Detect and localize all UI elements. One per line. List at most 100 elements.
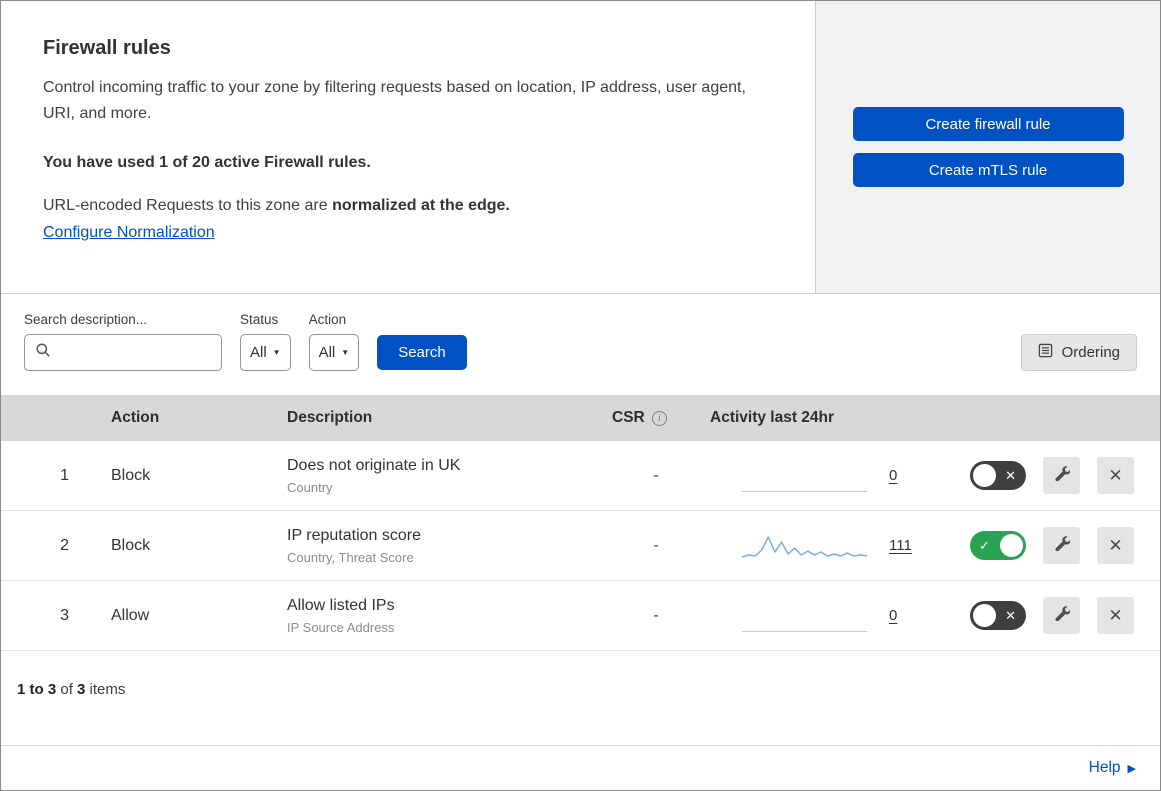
chevron-down-icon: ▼ [272, 348, 281, 357]
rule-csr: - [653, 536, 659, 554]
rule-fields: Country [287, 479, 333, 495]
action-label: Action [308, 312, 347, 327]
search-button[interactable]: Search [377, 335, 467, 370]
edit-rule-button[interactable] [1043, 597, 1080, 634]
rule-action: Block [111, 536, 151, 554]
search-label: Search description... [24, 312, 148, 327]
help-arrow-icon: ▶ [1127, 762, 1136, 775]
create-firewall-rule-button[interactable]: Create firewall rule [852, 107, 1124, 141]
toggle-x-icon: ✕ [1005, 607, 1016, 623]
header-info: Firewall rules Control incoming traffic … [1, 1, 816, 293]
table-header-row: Action Description CSR i Activity last 2… [1, 395, 1160, 441]
rule-priority: 2 [60, 536, 69, 554]
action-dropdown-value: All [318, 344, 336, 361]
edit-rule-button[interactable] [1043, 527, 1080, 564]
search-icon [35, 342, 51, 363]
status-filter-group: Status All ▼ [240, 312, 291, 371]
normalization-bold-text: normalized at the edge. [332, 196, 510, 214]
items-label: items [85, 681, 126, 698]
close-icon: ✕ [1108, 605, 1123, 625]
table-row: 1 Block Does not originate in UK Country… [1, 441, 1160, 511]
activity-count-link[interactable]: 111 [889, 537, 912, 554]
activity-sparkline [741, 530, 868, 562]
status-dropdown[interactable]: All ▼ [240, 334, 291, 371]
items-of-text: of [56, 681, 78, 698]
rule-csr: - [653, 466, 659, 484]
search-group: Search description... [24, 312, 222, 371]
normalization-note: URL-encoded Requests to this zone are no… [43, 197, 773, 215]
edit-rule-button[interactable] [1043, 457, 1080, 494]
usage-summary: You have used 1 of 20 active Firewall ru… [43, 153, 371, 171]
status-label: Status [240, 312, 279, 327]
rule-description[interactable]: Does not originate in UK [287, 457, 602, 475]
csr-header-label: CSR [612, 409, 645, 426]
activity-count-link[interactable]: 0 [889, 607, 897, 624]
activity-sparkline [742, 600, 867, 632]
page-header: Firewall rules Control incoming traffic … [1, 1, 1160, 294]
rule-activity-cell: 111 [710, 530, 952, 562]
column-header-action: Action [111, 409, 160, 426]
items-range: 1 to 3 [17, 681, 57, 698]
status-dropdown-value: All [250, 344, 267, 361]
rule-priority: 1 [60, 466, 69, 484]
info-icon[interactable]: i [651, 410, 667, 426]
column-header-activity: Activity last 24hr [710, 409, 835, 426]
close-icon: ✕ [1108, 535, 1123, 555]
help-link-label: Help [1088, 759, 1121, 776]
help-bar: Help ▶ [1, 745, 1160, 790]
page-title: Firewall rules [43, 37, 171, 59]
toggle-check-icon: ✓ [979, 537, 990, 553]
configure-normalization-link[interactable]: Configure Normalization [43, 224, 215, 242]
table-row: 3 Allow Allow listed IPs IP Source Addre… [1, 581, 1160, 651]
column-header-description: Description [287, 409, 373, 426]
rule-csr: - [653, 606, 659, 624]
rule-action: Block [111, 466, 151, 484]
pagination-summary: 1 to 3 of 3 items [1, 651, 1160, 708]
delete-rule-button[interactable]: ✕ [1097, 527, 1134, 564]
activity-sparkline [742, 460, 867, 492]
rule-description[interactable]: Allow listed IPs [287, 597, 602, 615]
rule-fields: IP Source Address [287, 619, 395, 635]
rule-activity-cell: 0 [710, 600, 952, 632]
rule-controls: ✓ ✕ ✕ [952, 597, 1160, 634]
search-input[interactable] [24, 334, 222, 371]
rule-activity-cell: 0 [710, 460, 952, 492]
rule-enabled-toggle[interactable]: ✓ ✕ [970, 461, 1026, 490]
rule-description[interactable]: IP reputation score [287, 527, 602, 545]
delete-rule-button[interactable]: ✕ [1097, 457, 1134, 494]
rule-action: Allow [111, 606, 150, 624]
ordering-button-label: Ordering [1061, 344, 1120, 361]
rule-priority: 3 [60, 606, 69, 624]
action-filter-group: Action All ▼ [308, 312, 360, 371]
rule-description-cell: IP reputation score Country, Threat Scor… [284, 527, 602, 565]
close-icon: ✕ [1108, 465, 1123, 485]
rule-enabled-toggle[interactable]: ✓ ✕ [970, 601, 1026, 630]
rule-controls: ✓ ✕ ✕ [952, 457, 1160, 494]
rules-table: Action Description CSR i Activity last 2… [1, 395, 1160, 651]
rule-fields: Country, Threat Score [287, 549, 414, 565]
toggle-knob [1000, 534, 1023, 557]
page-description: Control incoming traffic to your zone by… [43, 79, 746, 122]
table-row: 2 Block IP reputation score Country, Thr… [1, 511, 1160, 581]
firewall-rules-page: Firewall rules Control incoming traffic … [0, 0, 1161, 791]
create-mtls-rule-button[interactable]: Create mTLS rule [852, 153, 1124, 187]
chevron-down-icon: ▼ [341, 348, 350, 357]
filter-bar: Search description... Status All ▼ Actio… [1, 294, 1160, 395]
delete-rule-button[interactable]: ✕ [1097, 597, 1134, 634]
action-dropdown[interactable]: All ▼ [308, 334, 360, 371]
header-actions-panel: Create firewall rule Create mTLS rule [816, 1, 1160, 293]
toggle-x-icon: ✕ [1005, 467, 1016, 483]
wrench-icon [1054, 465, 1071, 486]
rule-description-cell: Allow listed IPs IP Source Address [284, 597, 602, 635]
rule-controls: ✓ ✕ ✕ [952, 527, 1160, 564]
rule-enabled-toggle[interactable]: ✓ ✕ [970, 531, 1026, 560]
ordering-list-icon [1038, 343, 1053, 362]
normalization-text: URL-encoded Requests to this zone are [43, 196, 333, 214]
ordering-button[interactable]: Ordering [1020, 334, 1137, 371]
toggle-knob [973, 464, 996, 487]
help-link[interactable]: Help ▶ [1089, 759, 1136, 777]
activity-count-link[interactable]: 0 [889, 467, 897, 484]
wrench-icon [1054, 535, 1071, 556]
toggle-knob [973, 604, 996, 627]
wrench-icon [1054, 605, 1071, 626]
